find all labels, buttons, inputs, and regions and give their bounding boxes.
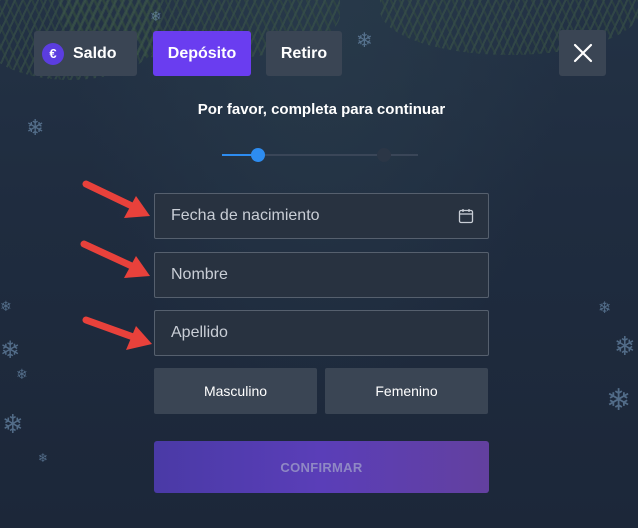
- deposit-modal: ❄ ❄ ❄ ❄ ❄ ❄ ❄ ❄ ❄ ❄ ❄ € Saldo Depósito R…: [0, 0, 638, 528]
- birthdate-input[interactable]: [169, 206, 452, 226]
- progress-step-2: [377, 148, 391, 162]
- snowflake-icon: ❄: [2, 410, 24, 440]
- first-name-field[interactable]: [154, 252, 489, 298]
- snowflake-icon: ❄: [614, 332, 636, 362]
- tab-retiro-label: Retiro: [280, 44, 328, 62]
- snowflake-icon: ❄: [16, 367, 28, 383]
- annotation-arrow-icon: [82, 180, 150, 218]
- gender-female-button[interactable]: Femenino: [325, 368, 488, 414]
- tab-saldo[interactable]: € Saldo: [34, 31, 137, 76]
- confirm-button[interactable]: CONFIRMAR: [154, 441, 489, 493]
- euro-icon: €: [42, 42, 64, 65]
- annotation-arrow-icon: [82, 316, 152, 350]
- last-name-field[interactable]: [154, 310, 489, 356]
- snowflake-icon: ❄: [38, 451, 49, 465]
- tab-deposito[interactable]: Depósito: [153, 31, 251, 76]
- first-name-input[interactable]: [169, 265, 474, 285]
- calendar-icon[interactable]: [458, 208, 474, 224]
- confirm-label: CONFIRMAR: [280, 459, 363, 475]
- tab-retiro[interactable]: Retiro: [266, 31, 342, 76]
- gender-female-label: Femenino: [375, 383, 438, 399]
- close-button[interactable]: [559, 30, 606, 76]
- close-icon: [573, 43, 592, 63]
- snowflake-icon: ❄: [598, 298, 612, 317]
- snowflake-icon: ❄: [0, 336, 21, 364]
- last-name-input[interactable]: [169, 323, 474, 343]
- gender-male-button[interactable]: Masculino: [154, 368, 317, 414]
- tab-deposito-label: Depósito: [167, 44, 237, 62]
- form-subtitle: Por favor, completa para continuar: [197, 101, 446, 118]
- progress-track: [258, 154, 418, 156]
- snowflake-icon: ❄: [26, 116, 45, 141]
- progress-step-1: [251, 148, 265, 162]
- snowflake-icon: ❄: [356, 28, 373, 52]
- annotation-arrow-icon: [80, 240, 150, 278]
- gender-male-label: Masculino: [203, 383, 268, 399]
- snowflake-icon: ❄: [606, 383, 632, 418]
- tab-saldo-label: Saldo: [73, 44, 117, 62]
- snowflake-icon: ❄: [0, 299, 12, 315]
- snowflake-icon: ❄: [150, 9, 162, 25]
- birthdate-field[interactable]: [154, 193, 489, 239]
